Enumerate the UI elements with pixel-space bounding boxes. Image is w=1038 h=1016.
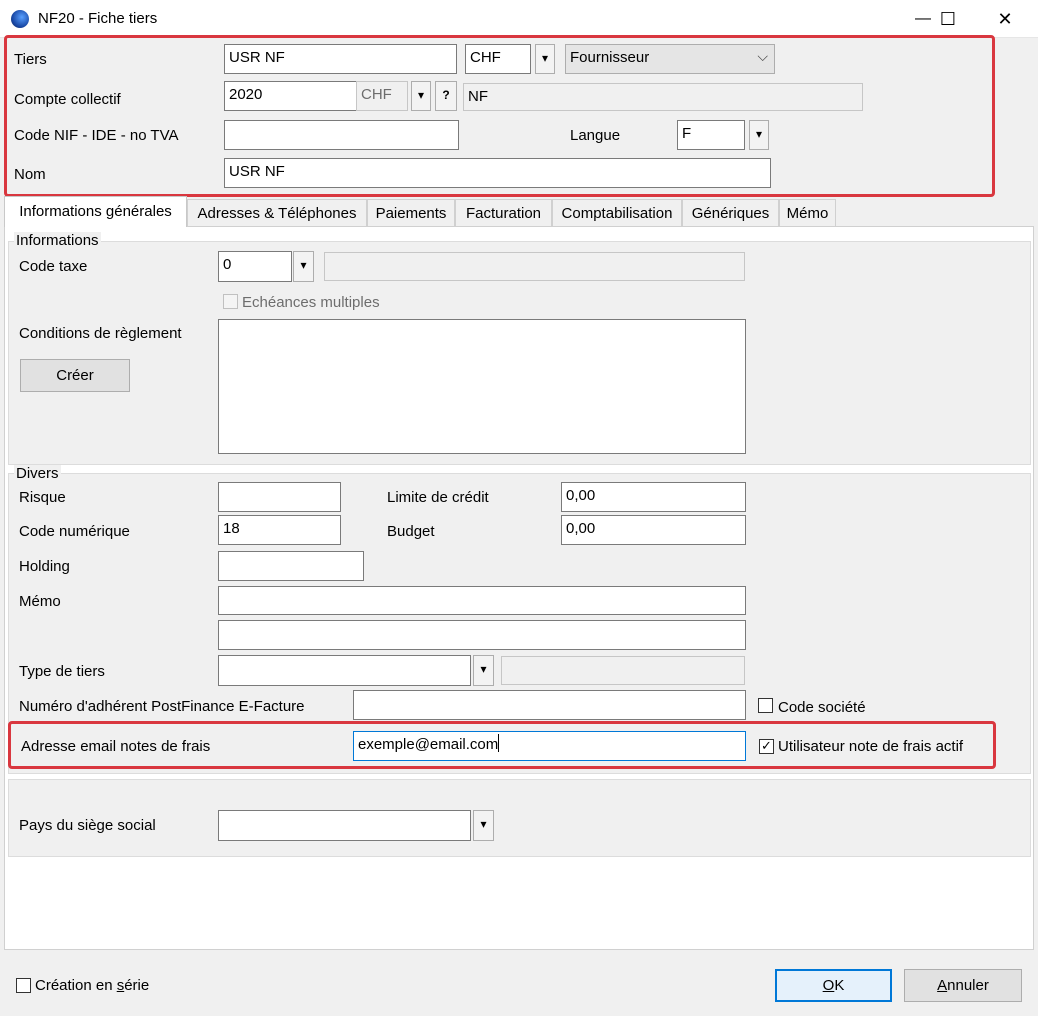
ok-button[interactable]: OK [775,969,892,1002]
memo-input-2[interactable] [218,620,746,650]
conditions-reglement-label: Conditions de règlement [19,325,182,342]
tab-generiques[interactable]: Génériques [682,199,779,226]
pays-siege-select[interactable] [218,810,471,841]
memo-input-1[interactable] [218,586,746,615]
code-societe-checkbox[interactable] [758,698,773,713]
tab-adresses[interactable]: Adresses & Téléphones [187,199,367,226]
budget-label: Budget [387,523,435,540]
dropdown-icon: ▾ [480,662,487,676]
risque-label: Risque [19,489,66,506]
conditions-reglement-textarea[interactable] [218,319,746,454]
type-tiers-description [501,656,745,685]
creer-button[interactable]: Créer [20,359,130,392]
code-taxe-description [324,252,745,281]
pays-siege-label: Pays du siège social [19,817,156,834]
dropdown-icon: ▾ [480,817,487,831]
tab-memo[interactable]: Mémo [779,199,836,226]
postfinance-input[interactable] [353,690,746,720]
dropdown-icon: ▾ [300,258,307,272]
limite-credit-label: Limite de crédit [387,489,489,506]
creation-serie-label: Création en série [35,977,150,994]
budget-input[interactable]: 0,00 [561,515,746,545]
app-logo-icon [11,10,29,28]
informations-group-title: Informations [14,232,101,249]
tab-facturation[interactable]: Facturation [455,199,552,226]
type-tiers-dropdown-button[interactable]: ▾ [473,655,494,686]
echeances-multiples-checkbox [223,294,238,309]
header-highlight-box [4,35,995,197]
tab-paiements[interactable]: Paiements [367,199,455,226]
title-bar: NF20 - Fiche tiers — ☐ ✕ [0,0,1038,38]
echeances-multiples-label: Echéances multiples [242,294,380,311]
code-societe-label: Code société [778,699,866,716]
creation-serie-checkbox[interactable] [16,978,31,993]
close-icon[interactable]: ✕ [982,0,1028,38]
tab-informations-generales[interactable]: Informations générales [4,196,187,227]
code-numerique-label: Code numérique [19,523,130,540]
code-taxe-dropdown-button[interactable]: ▾ [293,251,314,282]
email-highlight-box [8,721,996,769]
annuler-button[interactable]: Annuler [904,969,1022,1002]
holding-input[interactable] [218,551,364,581]
window-title: NF20 - Fiche tiers [38,10,158,27]
code-taxe-label: Code taxe [19,258,88,275]
type-tiers-select[interactable] [218,655,471,686]
maximize-icon[interactable]: ☐ [925,0,971,38]
holding-label: Holding [19,558,70,575]
divers-group-title: Divers [14,465,61,482]
type-tiers-label: Type de tiers [19,663,105,680]
tab-comptabilisation[interactable]: Comptabilisation [552,199,682,226]
memo-label: Mémo [19,593,61,610]
limite-credit-input[interactable]: 0,00 [561,482,746,512]
code-taxe-select[interactable]: 0 [218,251,292,282]
postfinance-label: Numéro d'adhérent PostFinance E-Facture [19,698,305,715]
code-numerique-input[interactable]: 18 [218,515,341,545]
pays-siege-dropdown-button[interactable]: ▾ [473,810,494,841]
risque-input[interactable] [218,482,341,512]
siege-group [8,779,1031,857]
